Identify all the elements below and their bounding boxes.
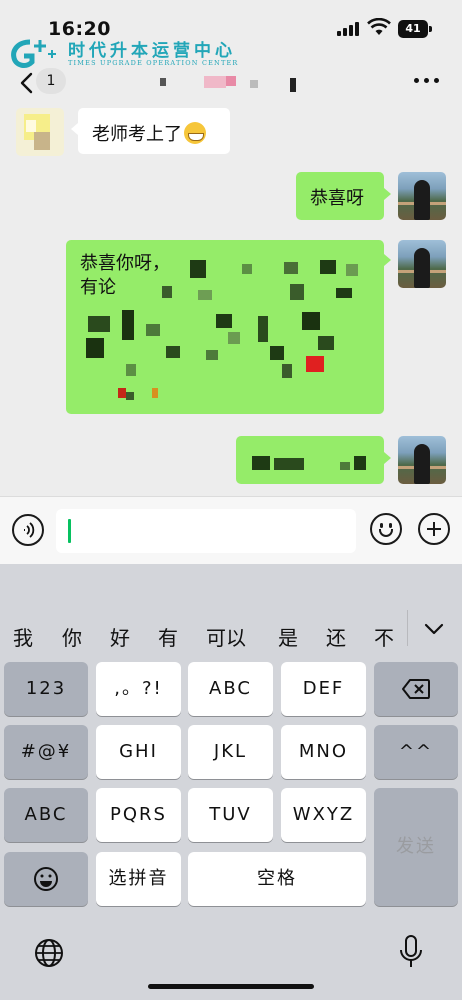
bubble-tail <box>384 254 391 266</box>
voice-icon[interactable] <box>12 514 44 546</box>
message-bubble-sent-redacted[interactable] <box>236 436 384 484</box>
unread-count-badge[interactable]: 1 <box>36 68 66 94</box>
battery-indicator: 41 <box>398 20 428 38</box>
message-bubble-sent[interactable]: 恭喜呀 <box>296 172 384 220</box>
key-tuv[interactable]: TUV <box>188 788 273 842</box>
bubble-tail <box>384 188 391 200</box>
battery-tip <box>429 26 432 32</box>
message-text: 恭喜呀 <box>310 188 364 209</box>
message-input[interactable] <box>56 509 356 553</box>
bubble-tail <box>71 123 78 135</box>
contact-name-redacted <box>160 76 310 92</box>
plus-icon[interactable] <box>418 513 450 545</box>
chat-message-list[interactable]: 老师考上了 恭喜呀 恭喜你呀， 有论 <box>0 104 462 496</box>
candidate-word[interactable]: 我 <box>13 622 33 651</box>
message-bubble-sent-redacted[interactable]: 恭喜你呀， 有论 <box>66 240 384 414</box>
redaction-mosaic <box>236 436 384 484</box>
key-punctuation[interactable]: ,。?! <box>96 662 181 716</box>
bubble-tail <box>384 452 391 464</box>
message-text: 老师考上了 <box>92 124 182 145</box>
delete-backspace-icon[interactable] <box>374 662 458 716</box>
candidate-word[interactable]: 还 <box>326 622 346 651</box>
key-ghi[interactable]: GHI <box>96 725 181 779</box>
key-space[interactable]: 空格 <box>188 852 366 906</box>
candidate-word[interactable]: 可以 <box>206 622 246 651</box>
emoji-key-icon[interactable] <box>4 852 88 906</box>
chat-nav-bar: 1 <box>0 60 462 104</box>
key-select-pinyin[interactable]: 选拼音 <box>96 852 181 906</box>
globe-icon[interactable] <box>34 938 64 968</box>
my-avatar[interactable] <box>398 240 446 288</box>
key-pqrs[interactable]: PQRS <box>96 788 181 842</box>
key-jkl[interactable]: JKL <box>188 725 273 779</box>
wifi-icon <box>367 18 391 35</box>
candidate-word[interactable]: 是 <box>278 622 298 651</box>
chevron-down-icon[interactable] <box>420 618 448 640</box>
grinning-face-emoji <box>184 122 206 144</box>
send-button[interactable]: 发送 <box>374 788 458 906</box>
redaction-mosaic <box>66 240 384 414</box>
message-bubble-received[interactable]: 老师考上了 <box>78 108 230 154</box>
cellular-signal-icon <box>337 22 361 36</box>
candidate-word[interactable]: 不 <box>374 622 394 651</box>
key-separator[interactable]: ^^ <box>374 725 458 779</box>
home-indicator[interactable] <box>148 984 314 989</box>
candidate-word[interactable]: 好 <box>110 622 130 651</box>
key-mno[interactable]: MNO <box>281 725 366 779</box>
text-caret <box>68 519 71 543</box>
key-wxyz[interactable]: WXYZ <box>281 788 366 842</box>
key-def[interactable]: DEF <box>281 662 366 716</box>
microphone-icon[interactable] <box>398 934 424 970</box>
candidate-word[interactable]: 你 <box>62 622 82 651</box>
candidate-bar: 我 你 好 有 可以 是 还 不 <box>0 614 462 652</box>
smile-icon[interactable] <box>370 513 402 545</box>
key-abc[interactable]: ABC <box>188 662 273 716</box>
key-numbers[interactable]: 123 <box>4 662 88 716</box>
my-avatar[interactable] <box>398 172 446 220</box>
message-input-bar <box>0 496 462 564</box>
key-symbols[interactable]: #@¥ <box>4 725 88 779</box>
ime-keyboard: 我 你 好 有 可以 是 还 不 123 #@¥ ABC ,。?! ABC DE… <box>0 564 462 1000</box>
candidate-divider <box>407 610 408 646</box>
key-english[interactable]: ABC <box>4 788 88 842</box>
more-dots-icon[interactable] <box>414 70 442 90</box>
my-avatar[interactable] <box>398 436 446 484</box>
candidate-word[interactable]: 有 <box>158 622 178 651</box>
contact-avatar[interactable] <box>16 108 64 156</box>
watermark-title: 时代升本运营中心 <box>68 41 236 61</box>
